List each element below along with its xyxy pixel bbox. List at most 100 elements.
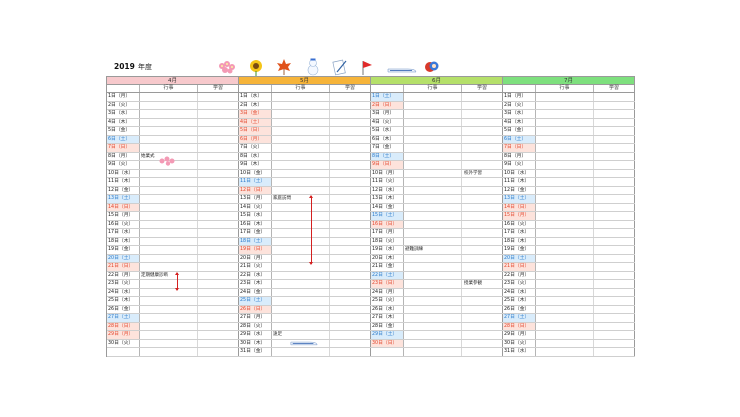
event-cell[interactable]	[140, 186, 198, 194]
study-cell[interactable]	[330, 127, 371, 135]
event-cell[interactable]	[140, 212, 198, 220]
event-cell[interactable]	[404, 118, 462, 126]
study-cell[interactable]	[330, 118, 371, 126]
study-cell[interactable]	[462, 271, 503, 279]
study-cell[interactable]	[594, 186, 635, 194]
study-cell[interactable]	[594, 212, 635, 220]
study-cell[interactable]	[198, 348, 239, 356]
study-cell[interactable]	[330, 271, 371, 279]
study-cell[interactable]	[462, 152, 503, 160]
study-cell[interactable]	[462, 254, 503, 262]
study-cell[interactable]	[594, 220, 635, 228]
event-cell[interactable]	[272, 101, 330, 109]
event-cell[interactable]	[272, 305, 330, 313]
study-cell[interactable]	[594, 135, 635, 143]
event-cell[interactable]	[536, 195, 594, 203]
event-cell[interactable]	[404, 314, 462, 322]
study-cell[interactable]	[330, 305, 371, 313]
study-cell[interactable]	[594, 93, 635, 101]
event-cell[interactable]	[536, 212, 594, 220]
study-cell[interactable]	[462, 220, 503, 228]
event-cell[interactable]	[404, 144, 462, 152]
study-cell[interactable]	[462, 144, 503, 152]
event-cell[interactable]: 定期健康診断	[140, 271, 198, 279]
event-cell[interactable]	[140, 263, 198, 271]
event-cell[interactable]	[140, 229, 198, 237]
study-cell[interactable]	[594, 144, 635, 152]
event-cell[interactable]	[140, 322, 198, 330]
event-cell[interactable]	[536, 203, 594, 211]
event-cell[interactable]	[272, 110, 330, 118]
event-cell[interactable]	[404, 322, 462, 330]
study-cell[interactable]	[462, 161, 503, 169]
event-cell[interactable]	[272, 127, 330, 135]
study-cell[interactable]	[594, 339, 635, 347]
event-cell[interactable]	[272, 314, 330, 322]
event-cell[interactable]	[404, 263, 462, 271]
event-cell[interactable]	[272, 169, 330, 177]
event-cell[interactable]	[140, 195, 198, 203]
study-cell[interactable]	[462, 237, 503, 245]
event-cell[interactable]	[536, 110, 594, 118]
study-cell[interactable]	[330, 280, 371, 288]
study-cell[interactable]	[462, 118, 503, 126]
event-cell[interactable]	[536, 229, 594, 237]
study-cell[interactable]	[462, 246, 503, 254]
study-cell[interactable]	[330, 212, 371, 220]
event-cell[interactable]	[536, 263, 594, 271]
event-cell[interactable]	[404, 152, 462, 160]
event-cell[interactable]	[536, 220, 594, 228]
study-cell[interactable]	[462, 263, 503, 271]
event-cell[interactable]	[536, 127, 594, 135]
event-cell[interactable]	[536, 237, 594, 245]
event-cell[interactable]	[404, 110, 462, 118]
event-cell[interactable]	[140, 305, 198, 313]
event-cell[interactable]	[140, 169, 198, 177]
study-cell[interactable]	[330, 348, 371, 356]
event-cell[interactable]	[272, 288, 330, 296]
event-cell[interactable]	[404, 169, 462, 177]
study-cell[interactable]	[462, 288, 503, 296]
study-cell[interactable]	[594, 314, 635, 322]
event-cell[interactable]	[272, 220, 330, 228]
event-cell[interactable]	[536, 93, 594, 101]
event-cell[interactable]	[272, 237, 330, 245]
study-cell[interactable]	[594, 263, 635, 271]
study-cell[interactable]	[330, 288, 371, 296]
event-cell[interactable]	[404, 212, 462, 220]
study-cell[interactable]	[198, 305, 239, 313]
study-cell[interactable]	[330, 110, 371, 118]
event-cell[interactable]	[404, 220, 462, 228]
event-cell[interactable]	[140, 178, 198, 186]
event-cell[interactable]	[404, 339, 462, 347]
event-cell[interactable]	[536, 288, 594, 296]
event-cell[interactable]	[272, 322, 330, 330]
study-cell[interactable]	[198, 93, 239, 101]
event-cell[interactable]	[404, 348, 462, 356]
study-cell[interactable]	[462, 305, 503, 313]
event-cell[interactable]	[536, 144, 594, 152]
study-cell[interactable]	[330, 331, 371, 339]
study-cell[interactable]	[462, 110, 503, 118]
event-cell[interactable]	[404, 178, 462, 186]
study-cell[interactable]	[330, 220, 371, 228]
study-cell[interactable]	[462, 195, 503, 203]
study-cell[interactable]	[594, 280, 635, 288]
study-cell[interactable]	[594, 331, 635, 339]
study-cell[interactable]	[330, 161, 371, 169]
event-cell[interactable]	[536, 280, 594, 288]
study-cell[interactable]	[330, 237, 371, 245]
study-cell[interactable]	[198, 254, 239, 262]
study-cell[interactable]	[462, 348, 503, 356]
event-cell[interactable]	[536, 246, 594, 254]
event-cell[interactable]: 遠足	[272, 331, 330, 339]
study-cell[interactable]	[462, 178, 503, 186]
event-cell[interactable]	[140, 280, 198, 288]
event-cell[interactable]	[536, 297, 594, 305]
study-cell[interactable]	[330, 322, 371, 330]
study-cell[interactable]	[198, 127, 239, 135]
study-cell[interactable]	[594, 237, 635, 245]
study-cell[interactable]	[594, 288, 635, 296]
event-cell[interactable]	[404, 127, 462, 135]
study-cell[interactable]	[594, 305, 635, 313]
